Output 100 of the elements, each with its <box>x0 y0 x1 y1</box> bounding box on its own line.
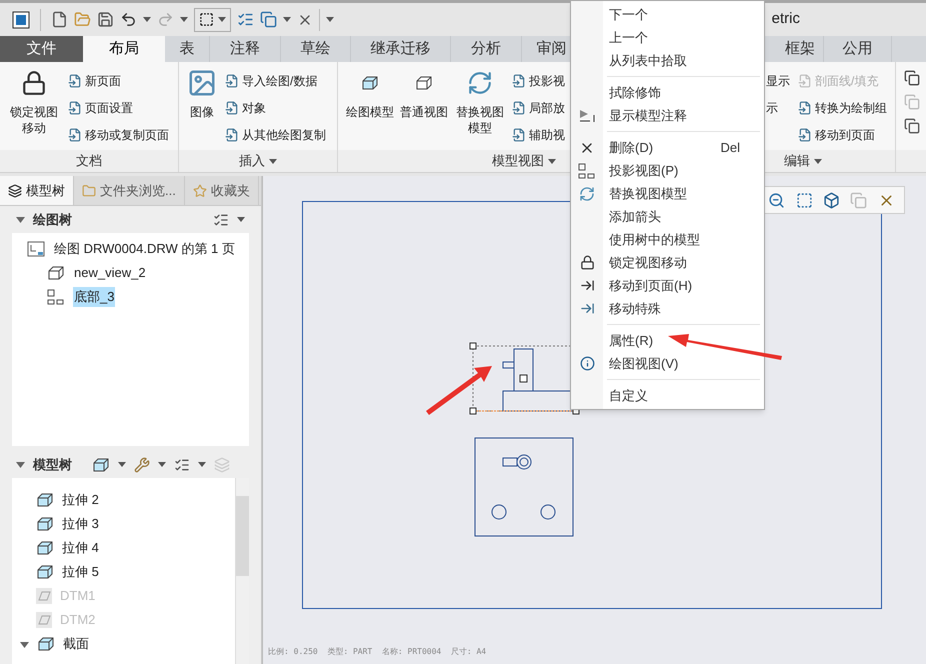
ribbon-small-button[interactable]: 新页面 <box>68 70 169 91</box>
context-menu-item[interactable]: 显示模型注释 <box>571 104 764 127</box>
context-menu-item[interactable]: 属性(R) <box>571 329 764 352</box>
tree-item[interactable]: 绘图 DRW0004.DRW 的第 1 页 <box>53 239 236 259</box>
ribbon-small-button[interactable]: 投影视 <box>512 70 565 91</box>
ribbon-small-button[interactable]: 转换为绘制组 <box>798 97 887 118</box>
ribbon-tool-icon <box>798 100 812 114</box>
arrow-annotation <box>426 366 492 415</box>
ribbon-small-button[interactable]: 对象 <box>225 97 326 118</box>
ribbon-large-button[interactable]: 绘图模型 <box>346 66 394 150</box>
block-icon <box>36 492 54 508</box>
block-icon <box>36 540 54 556</box>
tree-item[interactable]: 截面 <box>63 634 89 654</box>
cube-icon[interactable] <box>822 192 840 208</box>
image-icon <box>187 68 217 98</box>
context-menu-item[interactable]: 拭除修饰 <box>571 81 764 104</box>
expand-triangle-icon[interactable] <box>20 640 29 648</box>
ribbon-small-button[interactable]: 移动到页面 <box>798 124 887 145</box>
context-menu-item[interactable]: 绘图视图(V) <box>571 352 764 375</box>
zoom-out-icon[interactable] <box>768 192 786 208</box>
swap-views-icon <box>467 70 493 96</box>
expand-triangle-icon[interactable] <box>16 215 25 224</box>
window-title: etric <box>772 9 800 30</box>
folder-icon <box>82 184 96 198</box>
ribbon-tab[interactable]: 文件 <box>0 36 83 62</box>
caret-icon <box>198 462 206 467</box>
ribbon-small-button[interactable]: 辅助视 <box>512 124 565 145</box>
tree-item[interactable]: 拉伸 3 <box>62 514 99 534</box>
tree-item[interactable]: 底部_3 <box>73 287 116 307</box>
ribbon-large-button[interactable]: 锁定视图移动 <box>8 66 60 150</box>
caret-icon <box>218 17 226 22</box>
tree-item[interactable]: 拉伸 5 <box>62 562 99 582</box>
star-icon <box>192 184 207 198</box>
save-icon[interactable] <box>97 11 114 28</box>
ribbon-small-button[interactable]: 页面设置 <box>68 97 169 118</box>
list-settings-icon[interactable] <box>213 212 229 228</box>
ribbon-group-label[interactable]: 模型视图 <box>492 151 556 171</box>
list-settings-icon[interactable] <box>174 456 190 472</box>
context-menu-item[interactable]: 使用树中的模型 <box>571 228 764 251</box>
ribbon-small-button[interactable]: 移动或复制页面 <box>68 124 169 145</box>
ribbon-large-button[interactable]: 图像 <box>187 66 217 150</box>
context-menu-item[interactable]: 自定义 <box>571 384 764 407</box>
refit-icon[interactable] <box>796 192 813 208</box>
swap-views-icon <box>579 186 595 202</box>
block-icon <box>92 456 110 472</box>
context-menu-item[interactable]: 添加箭头 <box>571 205 764 228</box>
ribbon-large-button[interactable]: 普通视图 <box>400 66 448 150</box>
block-outline-icon <box>47 265 65 281</box>
tree-item[interactable]: 拉伸 2 <box>62 490 99 510</box>
ribbon-large-button[interactable]: 替换视图模型 <box>454 66 506 150</box>
context-menu-item[interactable]: 投影视图(P) <box>571 159 764 182</box>
datum-plane-icon <box>36 612 52 628</box>
undo-icon[interactable] <box>120 11 137 28</box>
ribbon-small-button[interactable]: 显示 <box>766 70 790 91</box>
block-outline-icon <box>415 75 433 91</box>
move-to-page-icon <box>580 278 594 293</box>
section-header[interactable]: 绘图树 <box>33 210 72 230</box>
status-text: 比例: 0.250 类型: PART 名称: PRT0004 尺寸: A4 <box>268 647 486 656</box>
wrench-icon[interactable] <box>134 456 150 472</box>
caret-icon <box>269 158 277 164</box>
block-icon <box>361 75 379 91</box>
ribbon-tool-icon <box>512 128 526 142</box>
expand-triangle-icon[interactable] <box>16 460 25 469</box>
sheet-icon <box>27 241 45 257</box>
block-icon <box>36 564 54 580</box>
context-menu-item[interactable]: 移动到页面(H) <box>571 274 764 297</box>
ribbon-group-label[interactable]: 编辑 <box>784 151 822 171</box>
ribbon-tab[interactable]: 布局 <box>83 36 165 62</box>
ribbon-tool-icon[interactable] <box>904 118 920 134</box>
ribbon-tool-icon <box>225 74 239 88</box>
lock-icon <box>580 255 594 270</box>
context-menu-item[interactable]: 删除(D) Del <box>571 136 764 159</box>
section-header[interactable]: 模型树 <box>33 454 72 474</box>
context-menu-item[interactable]: 替换视图模型 <box>571 182 764 205</box>
ribbon-small-button[interactable]: 导入绘图/数据 <box>225 70 326 91</box>
context-menu-item[interactable]: 下一个 <box>571 3 764 26</box>
box-select-icon <box>199 12 214 27</box>
view-info-icon <box>580 356 594 371</box>
ribbon-tool-icon <box>68 100 82 114</box>
ribbon-small-button[interactable]: 局部放 <box>512 97 565 118</box>
ribbon-small-button[interactable]: 从其他绘图复制 <box>225 124 326 145</box>
app-icon[interactable] <box>12 10 30 28</box>
lock-icon <box>21 70 47 96</box>
context-menu-item[interactable]: 锁定视图移动 <box>571 251 764 274</box>
windows-icon[interactable] <box>260 11 277 28</box>
context-menu-item[interactable]: 移动特殊 <box>571 297 764 320</box>
ribbon-group-label[interactable]: 文档 <box>76 151 102 171</box>
select-box-control[interactable] <box>194 8 231 32</box>
bottom-view-drawing[interactable] <box>474 438 574 536</box>
block-icon <box>37 636 55 652</box>
datum-plane-icon <box>36 588 52 604</box>
new-file-icon[interactable] <box>51 11 68 28</box>
ribbon-small-button[interactable]: 示 <box>766 97 790 118</box>
caret-icon <box>283 17 291 22</box>
caret-icon <box>143 17 151 22</box>
ribbon-group-label[interactable]: 插入 <box>239 151 277 171</box>
ribbon-tool-icon[interactable] <box>904 70 920 86</box>
tree-item[interactable]: 拉伸 4 <box>62 538 99 558</box>
tree-item[interactable]: new_view_2 <box>73 263 147 283</box>
panel-tab[interactable]: 模型树 <box>0 176 74 205</box>
